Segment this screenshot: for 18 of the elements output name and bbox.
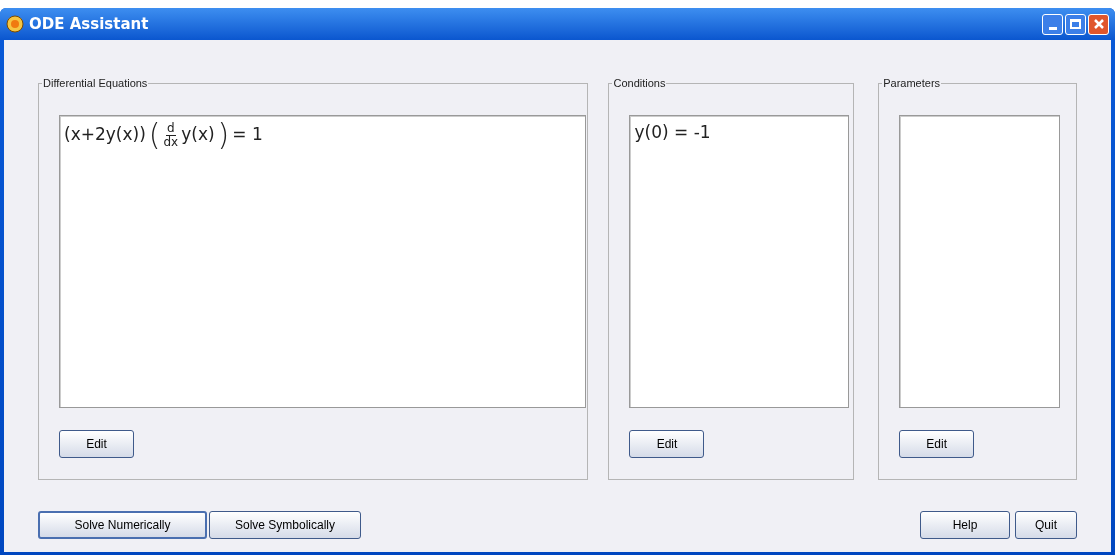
close-button[interactable]: [1088, 13, 1109, 35]
solve-symbolically-button[interactable]: Solve Symbolically: [209, 511, 361, 539]
window-title: ODE Assistant: [29, 13, 149, 35]
app-logo-icon: [6, 15, 24, 33]
group-label: Parameters: [882, 76, 942, 90]
minimize-button[interactable]: [1042, 13, 1063, 35]
edit-button[interactable]: Edit: [629, 430, 705, 458]
edit-button[interactable]: Edit: [899, 430, 975, 458]
maximize-button[interactable]: [1065, 13, 1086, 35]
condition-text: y(0) = -1: [633, 121, 712, 144]
quit-button[interactable]: Quit: [1015, 511, 1077, 539]
help-button[interactable]: Help: [920, 511, 1010, 539]
group-label: Differential Equations: [42, 76, 149, 90]
text-area[interactable]: y(0) = -1: [629, 115, 850, 408]
group-label: Conditions: [612, 76, 667, 90]
edit-button[interactable]: Edit: [59, 430, 134, 458]
close-icon: [1092, 18, 1105, 30]
solve-numerically-button[interactable]: Solve Numerically: [38, 511, 207, 539]
